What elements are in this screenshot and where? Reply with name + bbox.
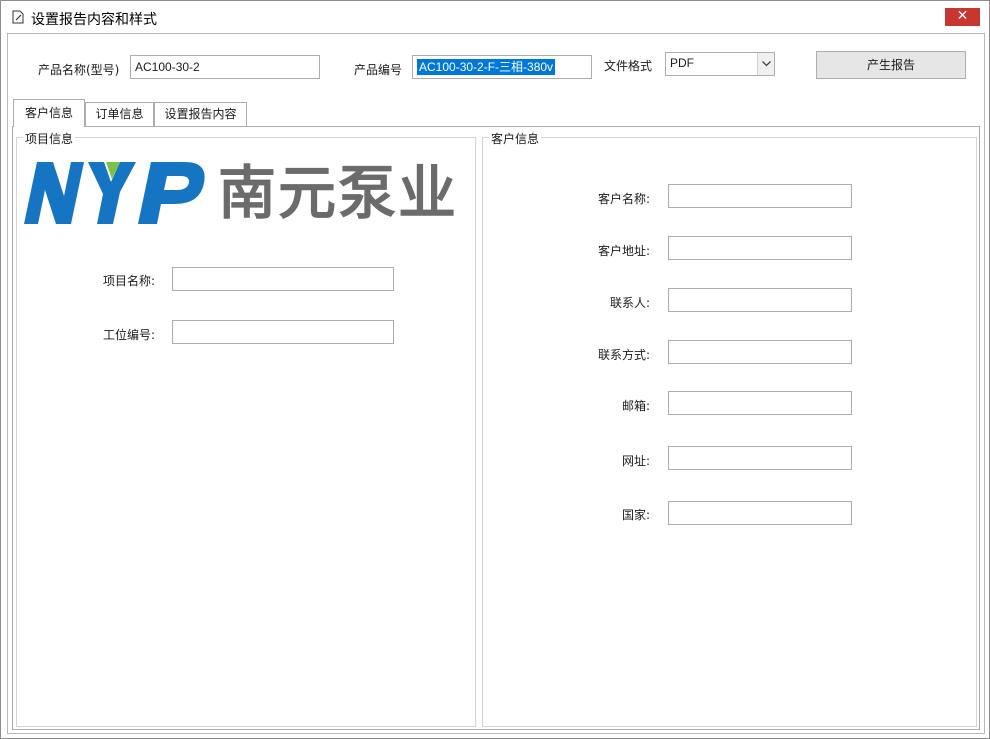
file-format-label: 文件格式 — [604, 59, 653, 73]
window-title: 设置报告内容和样式 — [31, 12, 157, 28]
product-code-input[interactable]: AC100-30-2-F-三相-380v — [412, 55, 592, 79]
project-info-group: 项目信息 南元泵业 项目名称: 工位编号: — [16, 130, 476, 727]
project-info-title: 项目信息 — [23, 130, 76, 147]
contact-method-label: 联系方式: — [598, 348, 651, 362]
close-button[interactable]: ✕ — [945, 8, 980, 26]
chevron-down-icon[interactable] — [757, 53, 774, 75]
customer-name-label: 客户名称: — [598, 192, 651, 206]
product-name-input[interactable]: AC100-30-2 — [130, 55, 320, 79]
tab-panel: 项目信息 南元泵业 项目名称: 工位编号: 客户信息 客户名称: 客户地址: 联… — [12, 126, 980, 730]
tab-report-settings[interactable]: 设置报告内容 — [154, 102, 247, 127]
product-code-value: AC100-30-2-F-三相-380v — [417, 59, 556, 75]
customer-info-title: 客户信息 — [489, 130, 542, 147]
generate-report-button[interactable]: 产生报告 — [816, 51, 966, 79]
contact-method-input[interactable] — [668, 340, 852, 364]
customer-name-input[interactable] — [668, 184, 852, 208]
station-number-input[interactable] — [172, 320, 394, 344]
website-label: 网址: — [622, 454, 651, 468]
country-input[interactable] — [668, 501, 852, 525]
logo-chinese-text: 南元泵业 — [218, 159, 459, 227]
customer-info-group: 客户信息 客户名称: 客户地址: 联系人: 联系方式: 邮箱: 网址: 国家: — [482, 130, 977, 727]
tab-order-info[interactable]: 订单信息 — [85, 102, 154, 127]
document-icon — [10, 9, 26, 25]
tab-customer-info[interactable]: 客户信息 — [13, 99, 85, 127]
email-label: 邮箱: — [622, 399, 651, 413]
product-name-label: 产品名称(型号) — [38, 63, 120, 77]
contact-person-input[interactable] — [668, 288, 852, 312]
station-number-label: 工位编号: — [103, 328, 156, 342]
product-code-label: 产品编号 — [354, 63, 403, 77]
close-icon: ✕ — [956, 8, 969, 24]
customer-address-label: 客户地址: — [598, 244, 651, 258]
app-window: 设置报告内容和样式 ✕ 产品名称(型号) AC100-30-2 产品编号 AC1… — [0, 0, 990, 739]
customer-address-input[interactable] — [668, 236, 852, 260]
title-bar: 设置报告内容和样式 ✕ — [1, 1, 989, 33]
email-input[interactable] — [668, 391, 852, 415]
company-logo: 南元泵业 — [22, 158, 482, 228]
client-area: 产品名称(型号) AC100-30-2 产品编号 AC100-30-2-F-三相… — [7, 33, 985, 734]
website-input[interactable] — [668, 446, 852, 470]
project-name-label: 项目名称: — [103, 274, 156, 288]
country-label: 国家: — [622, 508, 651, 522]
contact-person-label: 联系人: — [610, 296, 651, 310]
project-name-input[interactable] — [172, 267, 394, 291]
file-format-value: PDF — [670, 56, 694, 70]
file-format-select[interactable]: PDF — [665, 52, 775, 76]
